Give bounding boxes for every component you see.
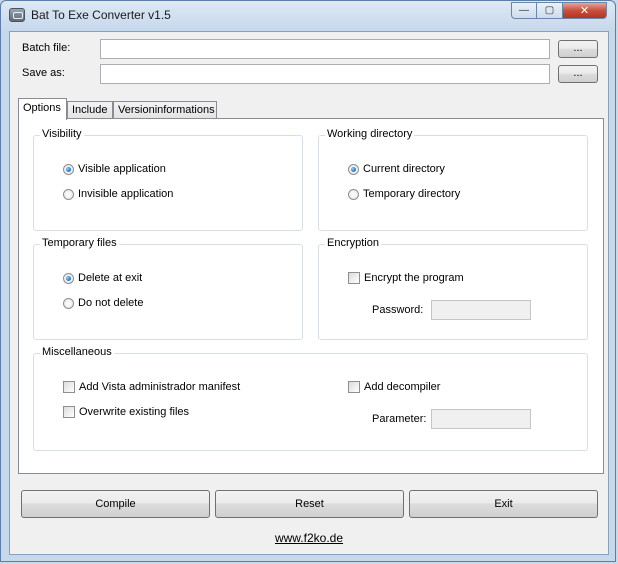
working-directory-group: Working directory Current directory Temp… [318, 128, 588, 231]
invisible-application-label: Invisible application [78, 188, 174, 200]
overwrite-files-option[interactable]: Overwrite existing files [63, 406, 189, 418]
temporary-directory-option[interactable]: Temporary directory [348, 188, 460, 200]
encrypt-checkbox[interactable] [348, 272, 360, 284]
encrypt-program-label: Encrypt the program [364, 272, 464, 284]
vista-manifest-option[interactable]: Add Vista administrador manifest [63, 381, 240, 393]
maximize-button[interactable]: ▢ [537, 2, 563, 19]
temporary-files-group: Temporary files Delete at exit Do not de… [33, 237, 303, 340]
add-decompiler-label: Add decompiler [364, 381, 441, 393]
overwrite-files-checkbox[interactable] [63, 406, 75, 418]
vista-manifest-checkbox[interactable] [63, 381, 75, 393]
maximize-icon: ▢ [544, 5, 555, 16]
radio-unselected-icon[interactable] [63, 297, 74, 309]
add-decompiler-option[interactable]: Add decompiler [348, 381, 440, 393]
batch-file-input[interactable] [100, 39, 550, 59]
website-link[interactable]: www.f2ko.de [10, 531, 608, 545]
visible-application-option[interactable]: Visible application [63, 163, 166, 175]
main-window: Bat To Exe Converter v1.5 — ▢ ✕ Batch fi… [0, 0, 616, 562]
exit-button[interactable]: Exit [409, 490, 598, 518]
minimize-button[interactable]: — [511, 2, 537, 19]
invisible-application-option[interactable]: Invisible application [63, 188, 173, 200]
add-decompiler-checkbox[interactable] [348, 381, 360, 393]
temporary-directory-label: Temporary directory [363, 188, 461, 200]
do-not-delete-option[interactable]: Do not delete [63, 297, 143, 309]
vista-manifest-label: Add Vista administrador manifest [79, 381, 241, 393]
radio-unselected-icon[interactable] [63, 188, 74, 200]
current-directory-option[interactable]: Current directory [348, 163, 445, 175]
reset-button[interactable]: Reset [215, 490, 404, 518]
batch-file-label: Batch file: [22, 42, 71, 54]
window-controls: — ▢ ✕ [511, 2, 607, 20]
save-as-input[interactable] [100, 64, 550, 84]
miscellaneous-group-title: Miscellaneous [40, 346, 114, 358]
tab-options[interactable]: Options [18, 98, 67, 120]
radio-selected-icon[interactable] [63, 272, 74, 284]
radio-selected-icon[interactable] [63, 163, 74, 175]
parameter-label: Parameter: [372, 413, 427, 425]
parameter-input[interactable] [431, 409, 531, 429]
minimize-icon: — [519, 5, 529, 16]
client-area: Batch file: ... Save as: ... Options Inc… [9, 31, 609, 555]
encryption-group: Encryption Encrypt the program Password: [318, 237, 588, 340]
delete-at-exit-label: Delete at exit [78, 272, 143, 284]
encryption-group-title: Encryption [325, 237, 381, 249]
close-icon: ✕ [579, 5, 590, 17]
password-label: Password: [372, 304, 424, 316]
close-button[interactable]: ✕ [563, 2, 607, 19]
miscellaneous-group: Miscellaneous Add Vista administrador ma… [33, 346, 588, 451]
window-title: Bat To Exe Converter v1.5 [31, 8, 171, 22]
save-as-browse-button[interactable]: ... [558, 65, 598, 83]
temporary-files-group-title: Temporary files [40, 237, 119, 249]
visible-application-label: Visible application [78, 163, 166, 175]
password-input[interactable] [431, 300, 531, 320]
visibility-group: Visibility Visible application Invisible… [33, 128, 303, 231]
save-as-label: Save as: [22, 67, 65, 79]
working-directory-group-title: Working directory [325, 128, 415, 140]
tab-include[interactable]: Include [67, 101, 113, 119]
encrypt-program-option[interactable]: Encrypt the program [348, 272, 464, 284]
do-not-delete-label: Do not delete [78, 297, 144, 309]
batch-file-browse-button[interactable]: ... [558, 40, 598, 58]
compile-button[interactable]: Compile [21, 490, 210, 518]
app-icon [9, 8, 25, 22]
overwrite-files-label: Overwrite existing files [79, 406, 190, 418]
options-tab-panel: Visibility Visible application Invisible… [18, 118, 604, 474]
title-bar[interactable]: Bat To Exe Converter v1.5 — ▢ ✕ [1, 1, 615, 29]
radio-unselected-icon[interactable] [348, 188, 359, 200]
tab-versioninformations[interactable]: Versioninformations [113, 101, 217, 119]
visibility-group-title: Visibility [40, 128, 84, 140]
delete-at-exit-option[interactable]: Delete at exit [63, 272, 142, 284]
current-directory-label: Current directory [363, 163, 445, 175]
radio-selected-icon[interactable] [348, 163, 359, 175]
